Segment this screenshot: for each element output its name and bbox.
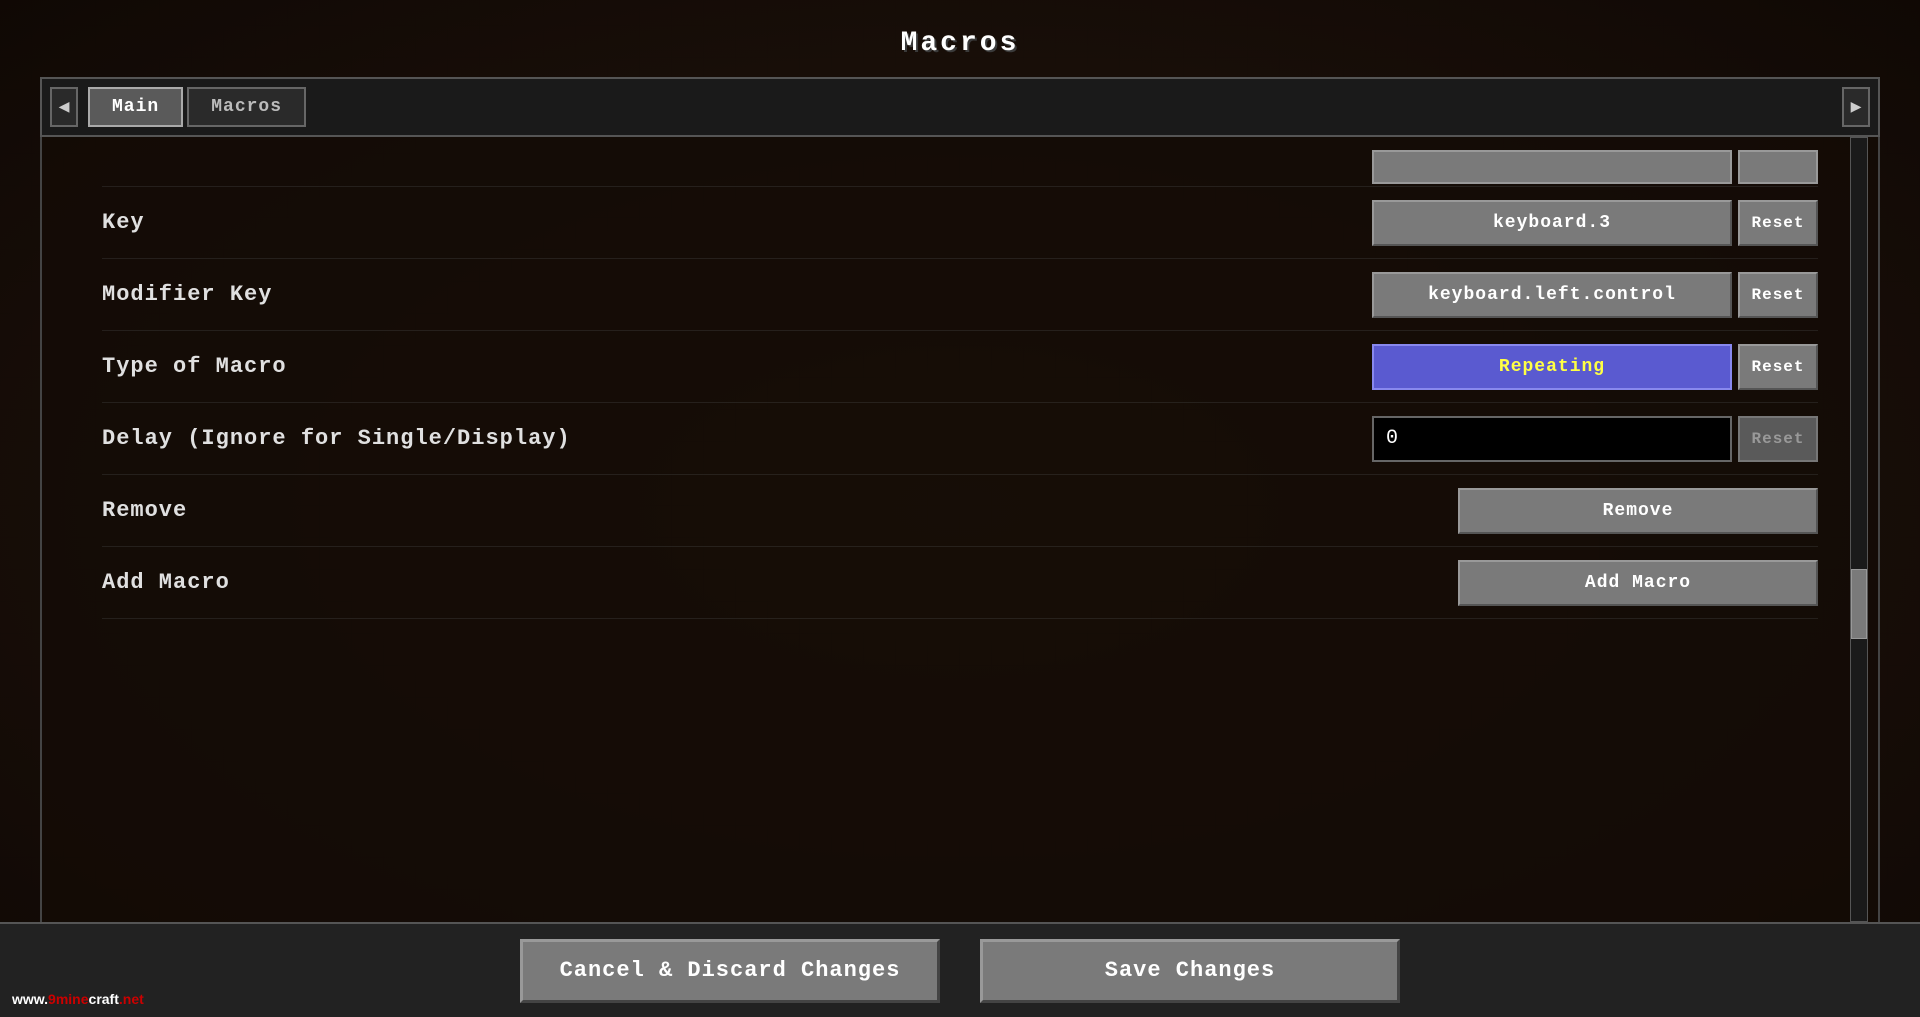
type-of-macro-row: Type of Macro Repeating Reset (102, 331, 1818, 403)
watermark: www.9minecraft.net (12, 991, 144, 1007)
watermark-mine: mine (56, 991, 89, 1007)
add-macro-button[interactable]: Add Macro (1458, 560, 1818, 606)
type-of-macro-reset-button[interactable]: Reset (1738, 344, 1818, 390)
delay-controls: Reset (1372, 416, 1818, 462)
tab-scroll-right-button[interactable]: ▶ (1842, 87, 1870, 127)
add-macro-row: Add Macro Add Macro (102, 547, 1818, 619)
key-value-button[interactable]: keyboard.3 (1372, 200, 1732, 246)
type-of-macro-controls: Repeating Reset (1372, 344, 1818, 390)
watermark-craft: craft (89, 991, 119, 1007)
tabs-container: Main Macros (84, 87, 1842, 127)
delay-row: Delay (Ignore for Single/Display) Reset (102, 403, 1818, 475)
bottom-bar: Cancel & Discard Changes Save Changes (0, 922, 1920, 1017)
main-content: Key keyboard.3 Reset Modifier Key keyboa… (40, 137, 1880, 922)
watermark-9: 9 (48, 991, 56, 1007)
partial-reset (1738, 150, 1818, 184)
delay-reset-button[interactable]: Reset (1738, 416, 1818, 462)
key-reset-button[interactable]: Reset (1738, 200, 1818, 246)
remove-row: Remove Remove (102, 475, 1818, 547)
scrollbar[interactable] (1850, 137, 1868, 922)
chevron-left-icon: ◀ (59, 96, 70, 118)
remove-controls: Remove (1458, 488, 1818, 534)
watermark-net: .net (119, 991, 144, 1007)
modifier-key-row: Modifier Key keyboard.left.control Reset (102, 259, 1818, 331)
watermark-www: www. (12, 991, 48, 1007)
chevron-right-icon: ▶ (1851, 96, 1862, 118)
add-macro-label: Add Macro (102, 570, 230, 595)
add-macro-controls: Add Macro (1458, 560, 1818, 606)
delay-label: Delay (Ignore for Single/Display) (102, 426, 571, 451)
key-label: Key (102, 210, 145, 235)
type-of-macro-label: Type of Macro (102, 354, 287, 379)
tab-main[interactable]: Main (88, 87, 183, 127)
key-controls: keyboard.3 Reset (1372, 200, 1818, 246)
page-wrapper: Macros ◀ Main Macros ▶ Key (0, 0, 1920, 1017)
tab-macros[interactable]: Macros (187, 87, 306, 127)
modifier-key-value-button[interactable]: keyboard.left.control (1372, 272, 1732, 318)
scrollbar-thumb[interactable] (1851, 569, 1867, 639)
modifier-key-controls: keyboard.left.control Reset (1372, 272, 1818, 318)
page-title: Macros (901, 28, 1020, 59)
save-changes-button[interactable]: Save Changes (980, 939, 1400, 1003)
remove-button[interactable]: Remove (1458, 488, 1818, 534)
modifier-key-label: Modifier Key (102, 282, 272, 307)
type-of-macro-value-button[interactable]: Repeating (1372, 344, 1732, 390)
cancel-discard-button[interactable]: Cancel & Discard Changes (520, 939, 940, 1003)
delay-input[interactable] (1372, 416, 1732, 462)
key-row: Key keyboard.3 Reset (102, 187, 1818, 259)
partial-row (102, 147, 1818, 187)
modifier-key-reset-button[interactable]: Reset (1738, 272, 1818, 318)
partial-value (1372, 150, 1732, 184)
tab-scroll-left-button[interactable]: ◀ (50, 87, 78, 127)
remove-label: Remove (102, 498, 187, 523)
tab-bar: ◀ Main Macros ▶ (40, 77, 1880, 137)
